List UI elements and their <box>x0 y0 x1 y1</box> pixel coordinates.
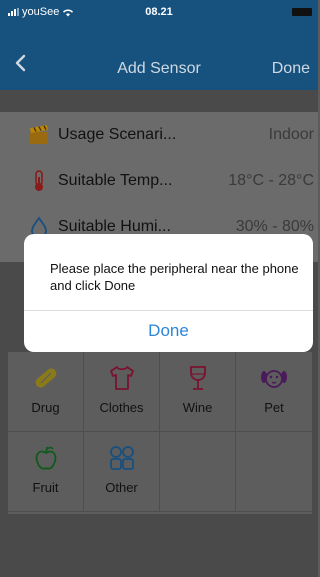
category-drug[interactable]: Drug <box>8 352 84 432</box>
category-label: Fruit <box>32 480 59 495</box>
category-pet[interactable]: Pet <box>236 352 312 432</box>
clapperboard-icon <box>30 125 48 144</box>
thermometer-icon <box>35 170 43 191</box>
category-grid: Drug Clothes Wine Pet Fruit Other <box>8 352 312 514</box>
battery-icon <box>292 8 312 16</box>
shirt-icon <box>110 366 134 390</box>
info-value: 18°C - 28°C <box>228 172 314 189</box>
category-label: Clothes <box>99 400 144 415</box>
info-value: Indoor <box>268 126 314 143</box>
category-label: Wine <box>182 400 213 415</box>
info-row-usage-scenario[interactable]: Usage Scenari... Indoor <box>0 114 318 156</box>
apple-icon <box>35 446 57 470</box>
category-label: Other <box>105 480 138 495</box>
category-label: Pet <box>264 400 284 415</box>
category-fruit[interactable]: Fruit <box>8 432 84 512</box>
alert-dialog: Please place the peripheral near the pho… <box>24 234 313 352</box>
info-row-suitable-temperature[interactable]: Suitable Temp... 18°C - 28°C <box>0 160 318 202</box>
pill-icon <box>35 368 57 388</box>
category-label: Drug <box>31 400 60 415</box>
dog-face-icon <box>261 370 287 388</box>
category-empty <box>236 432 312 512</box>
category-clothes[interactable]: Clothes <box>84 352 160 432</box>
nav-bar: Add Sensor Done <box>0 24 318 90</box>
info-label: Suitable Temp... <box>58 172 173 189</box>
category-other[interactable]: Other <box>84 432 160 512</box>
wine-glass-icon <box>190 366 206 390</box>
category-empty <box>160 432 236 512</box>
status-bar: youSee 08.21 <box>0 0 318 24</box>
dialog-done-button[interactable]: Done <box>24 310 313 352</box>
dialog-message: Please place the peripheral near the pho… <box>50 261 299 293</box>
done-button[interactable]: Done <box>272 60 310 78</box>
status-time: 08.21 <box>145 6 173 18</box>
page-title: Add Sensor <box>117 60 201 77</box>
category-wine[interactable]: Wine <box>160 352 236 432</box>
info-label: Usage Scenari... <box>58 126 177 143</box>
grid-icon <box>110 446 134 470</box>
